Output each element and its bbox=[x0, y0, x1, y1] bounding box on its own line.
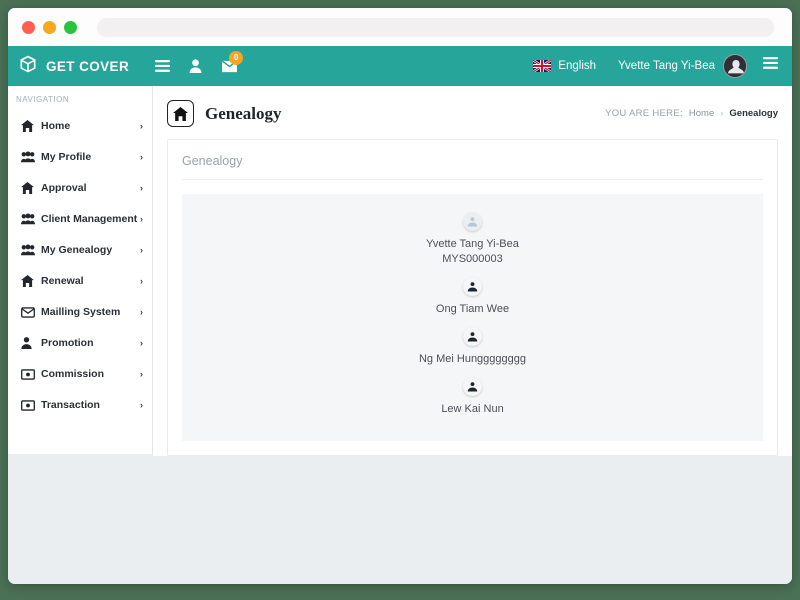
users-icon bbox=[21, 213, 37, 225]
tree-node: Lew Kai Nun bbox=[182, 377, 763, 417]
sidebar-item-label: Approval bbox=[41, 182, 87, 194]
sidebar-item-transaction[interactable]: Transaction › bbox=[8, 390, 152, 421]
browser-window: GET COVER 0 English Yvette Tang Yi-Bea N… bbox=[8, 8, 792, 584]
content-panel: Genealogy YOU ARE HERE: Home › Genealogy… bbox=[153, 86, 792, 456]
sidebar-item-label: Promotion bbox=[41, 337, 94, 349]
sidebar-item-label: Transaction bbox=[41, 399, 100, 411]
breadcrumb: YOU ARE HERE: Home › Genealogy bbox=[605, 108, 778, 119]
hamburger-icon[interactable] bbox=[155, 59, 171, 73]
sidebar-item-label: My Genealogy bbox=[41, 244, 113, 256]
sidebar-item-label: Mailling System bbox=[41, 306, 121, 318]
chevron-right-icon: › bbox=[140, 245, 143, 255]
user-icon[interactable] bbox=[189, 59, 202, 73]
cube-icon bbox=[18, 54, 38, 79]
close-button[interactable] bbox=[22, 20, 35, 34]
user-name-label: Yvette Tang Yi-Bea bbox=[618, 60, 715, 72]
users-icon bbox=[21, 151, 37, 163]
main-content: Genealogy YOU ARE HERE: Home › Genealogy… bbox=[153, 86, 792, 584]
url-input[interactable] bbox=[97, 17, 774, 37]
chevron-right-icon: › bbox=[140, 214, 143, 224]
brand-name: GET COVER bbox=[46, 58, 130, 74]
sidebar-item-label: Renewal bbox=[41, 275, 84, 287]
chevron-right-icon: › bbox=[720, 108, 724, 119]
sidebar-item-client-management[interactable]: Client Management › bbox=[8, 204, 152, 235]
language-label: English bbox=[558, 60, 597, 72]
sidebar-item-label: Client Management bbox=[41, 213, 138, 225]
page-title: Genealogy bbox=[205, 103, 282, 123]
chevron-right-icon: › bbox=[140, 152, 143, 162]
chevron-right-icon: › bbox=[140, 369, 143, 379]
minimize-button[interactable] bbox=[43, 20, 56, 34]
chevron-right-icon: › bbox=[140, 307, 143, 317]
sidebar-title: NAVIGATION bbox=[16, 95, 70, 104]
application: GET COVER 0 English Yvette Tang Yi-Bea N… bbox=[8, 46, 792, 584]
sidebar-item-label: Home bbox=[41, 120, 71, 132]
money-icon bbox=[21, 368, 37, 380]
mail-badge: 0 bbox=[229, 50, 244, 65]
sidebar: NAVIGATION Home › My Profile › Approval … bbox=[8, 86, 153, 454]
uk-flag-icon bbox=[533, 60, 552, 72]
tree-node: Ong Tiam Wee bbox=[182, 277, 763, 317]
avatar[interactable] bbox=[723, 54, 747, 78]
sidebar-item-renewal[interactable]: Renewal › bbox=[8, 266, 152, 297]
node-name: Ng Mei Hungggggggg bbox=[418, 353, 527, 365]
node-name: Lew Kai Nun bbox=[441, 403, 504, 415]
body: NAVIGATION Home › My Profile › Approval … bbox=[8, 86, 792, 584]
chevron-right-icon: › bbox=[140, 121, 143, 131]
chevron-right-icon: › bbox=[140, 400, 143, 410]
maximize-button[interactable] bbox=[64, 20, 77, 34]
language-selector[interactable]: English bbox=[533, 60, 596, 72]
chevron-right-icon: › bbox=[140, 338, 143, 348]
sidebar-item-commission[interactable]: Commission › bbox=[8, 359, 152, 390]
home-icon bbox=[21, 182, 37, 194]
brand[interactable]: GET COVER bbox=[18, 54, 129, 79]
breadcrumb-label: YOU ARE HERE: bbox=[605, 108, 683, 119]
envelope-icon bbox=[21, 306, 37, 318]
sidebar-item-promotion[interactable]: Promotion › bbox=[8, 328, 152, 359]
money-icon bbox=[21, 399, 37, 411]
sidebar-item-home[interactable]: Home › bbox=[8, 111, 152, 142]
user-circle-icon[interactable] bbox=[463, 377, 482, 396]
node-name: Ong Tiam Wee bbox=[435, 303, 510, 315]
home-icon bbox=[21, 275, 37, 287]
page-header: Genealogy YOU ARE HERE: Home › Genealogy bbox=[153, 86, 792, 139]
browser-chrome bbox=[8, 8, 792, 46]
node-name: Yvette Tang Yi-Bea bbox=[426, 238, 519, 250]
tree-node: Yvette Tang Yi-Bea MYS000003 bbox=[182, 212, 763, 267]
sidebar-item-label: Commission bbox=[41, 368, 105, 380]
sidebar-item-mailling-system[interactable]: Mailling System › bbox=[8, 297, 152, 328]
user-circle-icon[interactable] bbox=[463, 277, 482, 296]
sidebar-item-my-genealogy[interactable]: My Genealogy › bbox=[8, 235, 152, 266]
home-icon bbox=[21, 120, 37, 132]
sidebar-item-label: My Profile bbox=[41, 151, 92, 163]
genealogy-tree: Yvette Tang Yi-Bea MYS000003 Ong Tiam We… bbox=[182, 194, 763, 441]
chevron-right-icon: › bbox=[140, 183, 143, 193]
topbar-icons: 0 bbox=[155, 50, 244, 73]
sidebar-item-approval[interactable]: Approval › bbox=[8, 173, 152, 204]
genealogy-card: Genealogy Yvette Tang Yi-Bea MYS000003 O… bbox=[167, 139, 778, 456]
sidebar-item-my-profile[interactable]: My Profile › bbox=[8, 142, 152, 173]
breadcrumb-home[interactable]: Home bbox=[689, 108, 714, 119]
envelope-icon[interactable]: 0 bbox=[221, 50, 244, 73]
person-icon bbox=[21, 337, 37, 349]
breadcrumb-current: Genealogy bbox=[729, 108, 778, 119]
user-menu[interactable]: Yvette Tang Yi-Bea bbox=[618, 54, 747, 78]
top-navbar: GET COVER 0 English Yvette Tang Yi-Bea bbox=[8, 46, 792, 86]
card-title: Genealogy bbox=[182, 140, 763, 180]
tree-node: Ng Mei Hungggggggg bbox=[182, 327, 763, 367]
node-id: MYS000003 bbox=[442, 253, 503, 265]
user-circle-icon[interactable] bbox=[463, 327, 482, 346]
user-circle-icon[interactable] bbox=[463, 212, 482, 231]
users-icon bbox=[21, 244, 37, 256]
home-icon[interactable] bbox=[167, 100, 194, 127]
right-hamburger-icon[interactable] bbox=[763, 57, 778, 75]
chevron-right-icon: › bbox=[140, 276, 143, 286]
